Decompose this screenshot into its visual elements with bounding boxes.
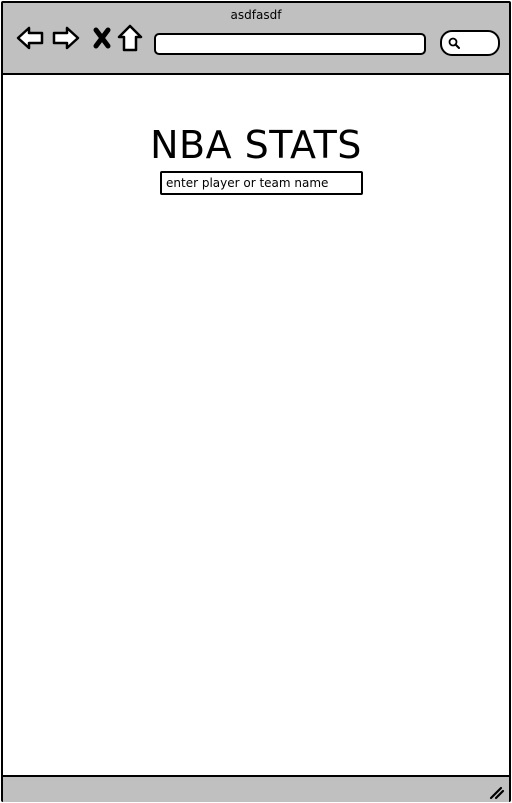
close-icon (93, 27, 111, 49)
forward-button[interactable] (51, 23, 81, 53)
browser-window: asdfasdf NBA STATS enter player or team … (1, 1, 511, 802)
resize-grip-icon[interactable] (487, 782, 505, 800)
browser-toolbar: asdfasdf (3, 3, 509, 75)
address-bar[interactable] (154, 33, 426, 55)
player-team-search-input[interactable] (160, 171, 363, 195)
browser-search-button[interactable] (440, 30, 500, 56)
page-title: NBA STATS (150, 123, 362, 167)
stop-button[interactable] (87, 23, 117, 53)
arrow-right-icon (52, 26, 80, 50)
status-bar (3, 775, 509, 802)
home-icon (117, 24, 143, 52)
window-title: asdfasdf (230, 8, 282, 22)
home-button[interactable] (115, 23, 145, 53)
back-button[interactable] (15, 23, 45, 53)
search-icon (448, 37, 460, 49)
arrow-left-icon (16, 26, 44, 50)
page-content: NBA STATS (3, 75, 509, 775)
